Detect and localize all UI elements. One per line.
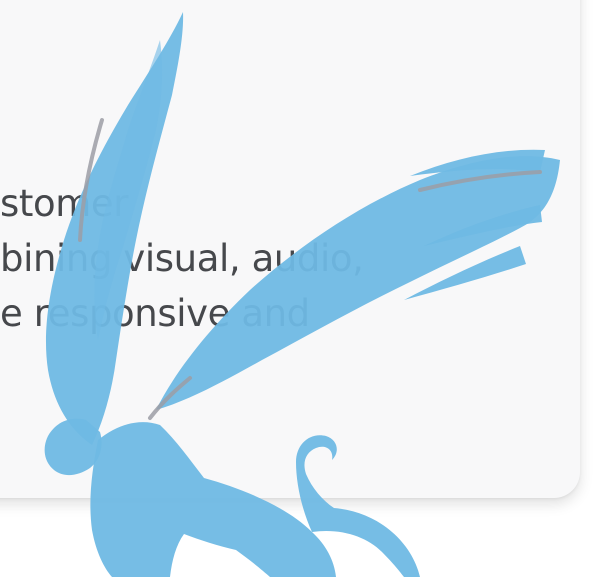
screenshot-stage: stomer bining visual, audio, e responsiv… bbox=[0, 0, 605, 577]
griffin-lower-wing bbox=[156, 156, 560, 410]
griffin-logo-icon bbox=[44, 12, 560, 577]
griffin-head bbox=[44, 418, 102, 476]
griffin-body bbox=[90, 422, 336, 577]
